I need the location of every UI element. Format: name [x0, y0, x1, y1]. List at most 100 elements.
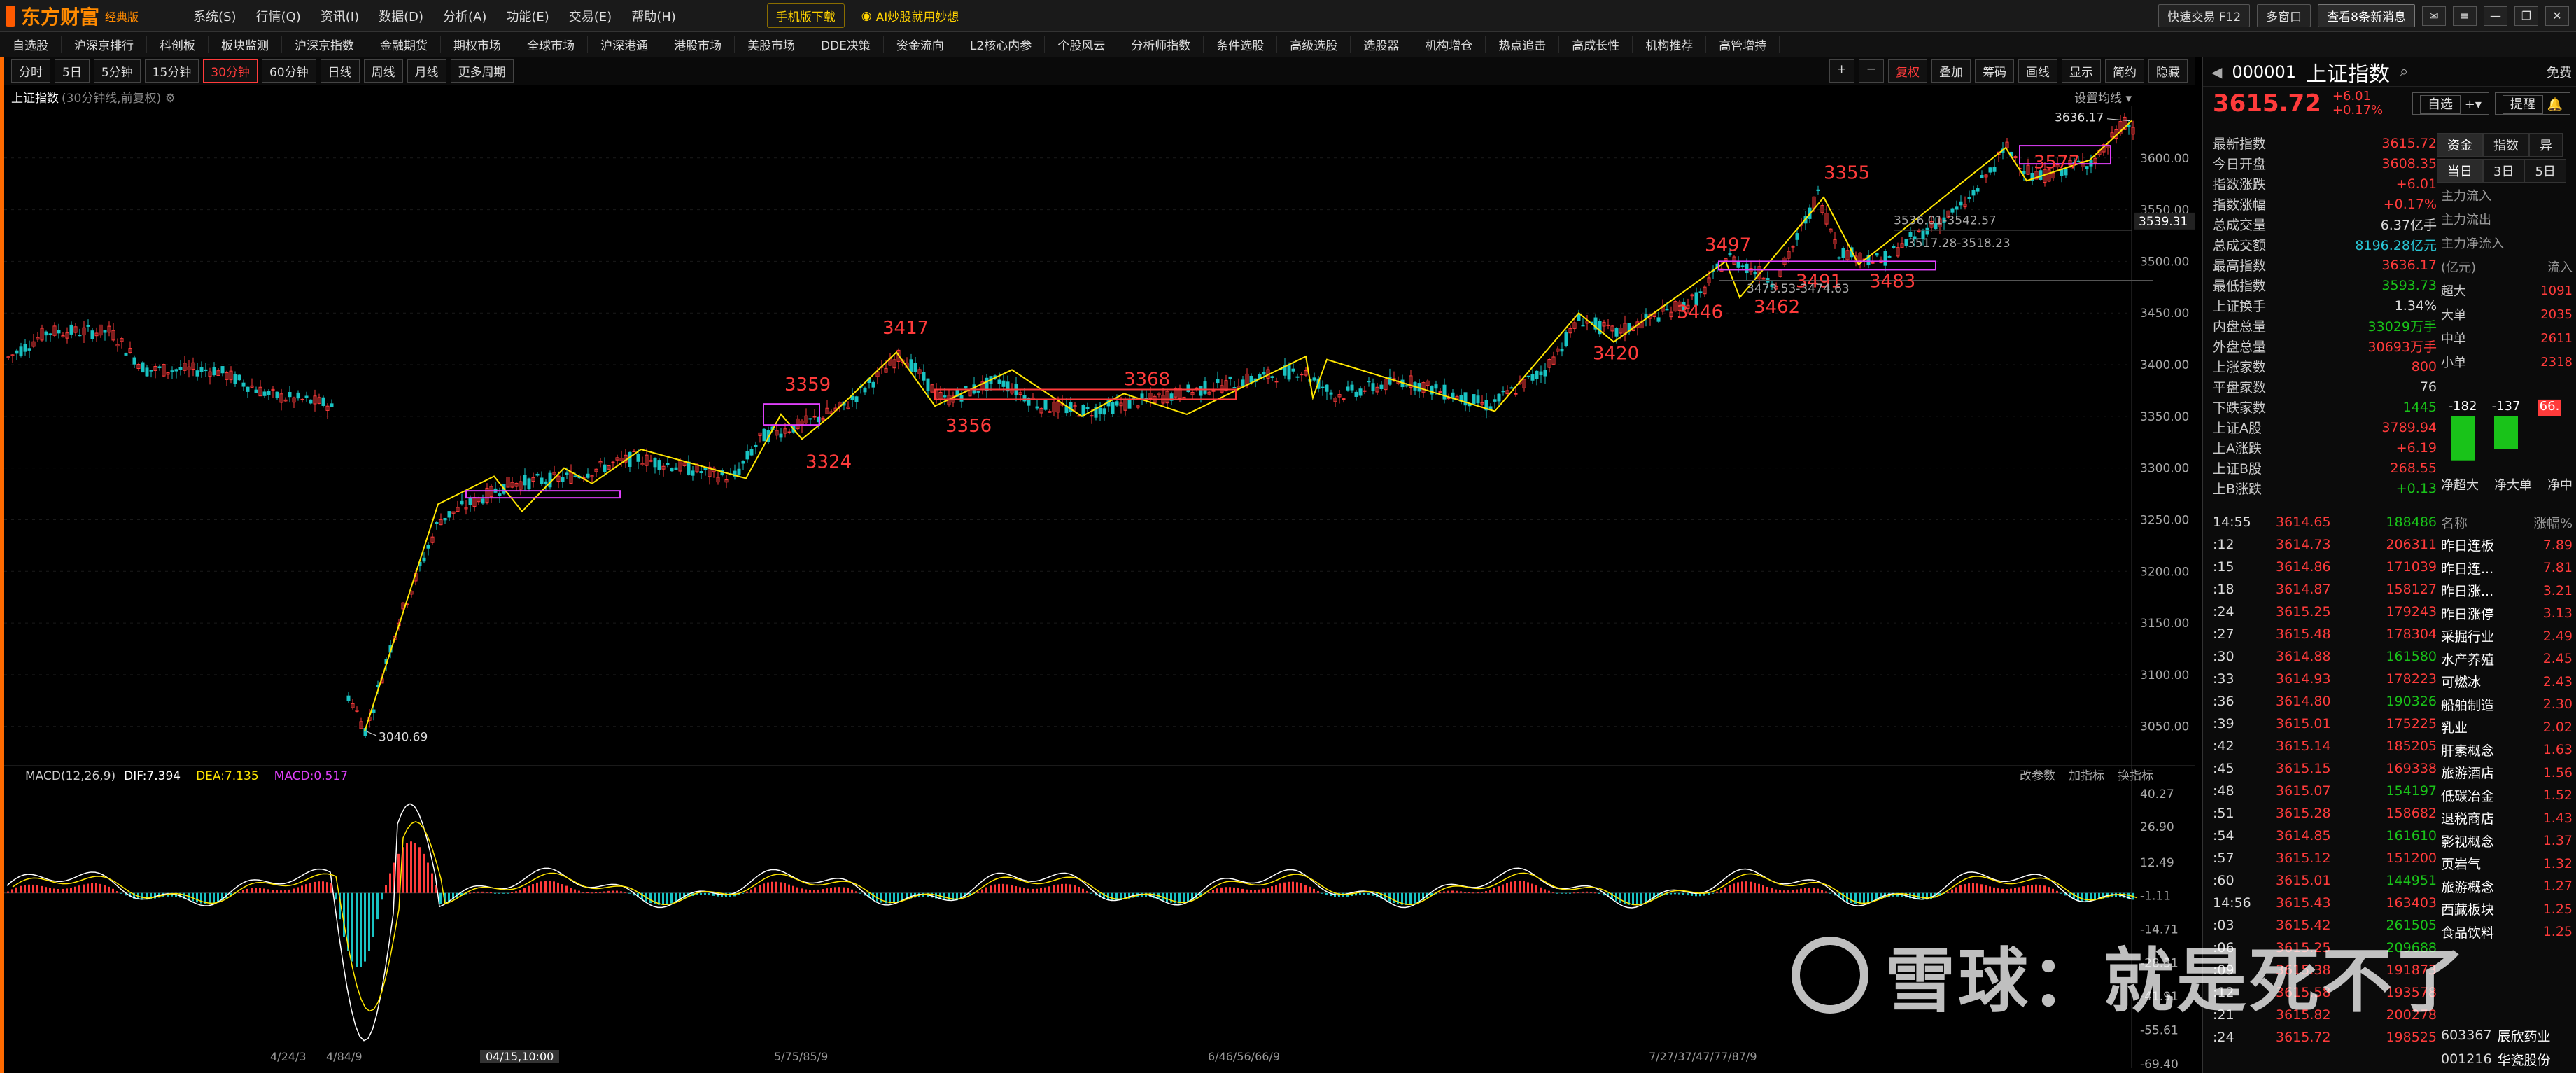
sector-row[interactable]: 肝素概念 1.63 — [2437, 738, 2576, 762]
sector-name-header[interactable]: 名称 — [2441, 513, 2468, 532]
candle-body — [1980, 175, 1984, 178]
nav-item[interactable]: 高管增持 — [1706, 36, 1780, 53]
nav-item[interactable]: 科创板 — [147, 36, 209, 53]
stock-row[interactable]: 001216 华瓷股份 — [2437, 1047, 2576, 1071]
sector-row[interactable]: 水产养殖 2.45 — [2437, 647, 2576, 671]
add-watchlist-button[interactable]: 自选 +▾ — [2412, 92, 2489, 115]
period-button[interactable]: 日线 — [320, 59, 360, 83]
chart-tool-button[interactable]: − — [1858, 59, 1884, 83]
sector-row[interactable]: 影视概念 1.37 — [2437, 829, 2576, 853]
nav-item[interactable]: 全球市场 — [514, 36, 588, 53]
quick-trade-button[interactable]: 快速交易 F12 — [2158, 4, 2251, 27]
nav-item[interactable]: 资金流向 — [884, 36, 957, 53]
macd-link[interactable]: 加指标 — [2069, 769, 2104, 783]
period-button[interactable]: 5分钟 — [93, 59, 141, 83]
sector-row[interactable]: 低碳冶金 1.52 — [2437, 784, 2576, 807]
period-tab[interactable]: 3日 — [2483, 159, 2525, 183]
nav-item[interactable]: 沪深京指数 — [282, 36, 367, 53]
menu-analysis[interactable]: 分析(A) — [443, 7, 486, 25]
chart-tool-button[interactable]: 叠加 — [1931, 59, 1971, 83]
nav-item[interactable]: L2核心内参 — [957, 36, 1046, 53]
period-tab[interactable]: 当日 — [2437, 159, 2483, 183]
nav-item[interactable]: 高成长性 — [1559, 36, 1633, 53]
chart-tool-button[interactable]: 简约 — [2105, 59, 2144, 83]
chart-tool-button[interactable]: + — [1829, 59, 1854, 83]
sector-row[interactable]: 旅游概念 1.27 — [2437, 875, 2576, 898]
collapse-icon[interactable]: ◀ — [2211, 64, 2222, 80]
nav-item[interactable]: 板块监测 — [209, 36, 282, 53]
period-tab[interactable]: 5日 — [2524, 159, 2566, 183]
period-button[interactable]: 5日 — [55, 59, 90, 83]
set-ma-button[interactable]: 设置均线 ▾ — [2074, 88, 2132, 106]
menu-function[interactable]: 功能(E) — [506, 7, 549, 25]
period-button[interactable]: 60分钟 — [261, 59, 316, 83]
macd-bar — [1955, 887, 1957, 893]
sector-row[interactable]: 西藏板块 1.25 — [2437, 898, 2576, 921]
macd-bar — [1309, 886, 1311, 893]
sector-row[interactable]: 昨日涨停 3.13 — [2437, 602, 2576, 625]
menu-quote[interactable]: 行情(Q) — [256, 7, 301, 25]
sector-row[interactable]: 昨日连... 7.81 — [2437, 556, 2576, 580]
chart-tool-button[interactable]: 显示 — [2062, 59, 2101, 83]
nav-item[interactable]: 港股市场 — [661, 36, 735, 53]
nav-item[interactable]: 机构推荐 — [1633, 36, 1707, 53]
menu-system[interactable]: 系统(S) — [193, 7, 236, 25]
period-button[interactable]: 周线 — [363, 59, 403, 83]
nav-item[interactable]: 金融期货 — [367, 36, 441, 53]
nav-item[interactable]: 自选股 — [0, 36, 62, 53]
menu-trade[interactable]: 交易(E) — [569, 7, 612, 25]
side-tab[interactable]: 指数 — [2483, 133, 2529, 157]
macd-link[interactable]: 改参数 — [2020, 769, 2055, 783]
chart-tool-button[interactable]: 隐藏 — [2148, 59, 2188, 83]
nav-item[interactable]: 沪深港通 — [588, 36, 661, 53]
chart-tool-button[interactable]: 复权 — [1888, 59, 1927, 83]
sector-row[interactable]: 页岩气 1.32 — [2437, 853, 2576, 876]
alert-button[interactable]: 提醒 🔔 — [2494, 92, 2570, 115]
nav-item[interactable]: 热点追击 — [1486, 36, 1560, 53]
chart-settings-icon[interactable]: ⚙ — [165, 92, 176, 106]
nav-item[interactable]: 个股风云 — [1045, 36, 1119, 53]
period-button[interactable]: 15分钟 — [144, 59, 199, 83]
menu-info[interactable]: 资讯(I) — [321, 7, 359, 25]
menu-help[interactable]: 帮助(H) — [631, 7, 676, 25]
chart-tool-button[interactable]: 筹码 — [1975, 59, 2014, 83]
minimize-icon[interactable]: — — [2484, 6, 2507, 26]
nav-item[interactable]: 选股器 — [1351, 36, 1413, 53]
sector-row[interactable]: 乳业 2.02 — [2437, 716, 2576, 739]
menu-icon[interactable]: ≡ — [2453, 6, 2477, 26]
macd-link[interactable]: 换指标 — [2118, 769, 2153, 783]
close-icon[interactable]: ✕ — [2545, 6, 2569, 26]
nav-item[interactable]: 分析师指数 — [1118, 36, 1204, 53]
period-button[interactable]: 更多周期 — [450, 59, 514, 83]
sector-row[interactable]: 旅游酒店 1.56 — [2437, 762, 2576, 785]
sector-row[interactable]: 可燃冰 2.43 — [2437, 671, 2576, 694]
nav-item[interactable]: 高级选股 — [1277, 36, 1351, 53]
sector-row[interactable]: 采掘行业 2.49 — [2437, 625, 2576, 648]
sector-row[interactable]: 退税商店 1.43 — [2437, 807, 2576, 830]
news-button[interactable]: 查看8条新消息 — [2318, 4, 2415, 27]
sector-row[interactable]: 船舶制造 2.30 — [2437, 693, 2576, 716]
nav-item[interactable]: 机构增仓 — [1412, 36, 1486, 53]
multi-window-button[interactable]: 多窗口 — [2257, 4, 2311, 27]
period-button[interactable]: 分时 — [11, 59, 50, 83]
menu-data[interactable]: 数据(D) — [379, 7, 423, 25]
search-icon[interactable]: ⌕ — [2400, 63, 2408, 80]
sector-row[interactable]: 昨日涨... 3.21 — [2437, 580, 2576, 603]
period-button[interactable]: 30分钟 — [203, 59, 258, 83]
mail-icon[interactable]: ✉ — [2422, 6, 2446, 26]
sector-pct-header[interactable]: 涨幅% — [2533, 513, 2573, 532]
chart-tool-button[interactable]: 画线 — [2018, 59, 2057, 83]
nav-item[interactable]: DDE决策 — [808, 36, 884, 53]
period-button[interactable]: 月线 — [407, 59, 446, 83]
mobile-download-button[interactable]: 手机版下载 — [766, 3, 845, 28]
side-tab[interactable]: 资金 — [2437, 133, 2483, 157]
nav-item[interactable]: 美股市场 — [735, 36, 808, 53]
stock-row[interactable]: 603367 辰欣药业 — [2437, 1023, 2576, 1047]
ai-assistant-button[interactable]: ◉ AI炒股就用妙想 — [861, 7, 959, 25]
side-tab[interactable]: 异 — [2529, 133, 2563, 157]
nav-item[interactable]: 沪深京排行 — [62, 36, 147, 53]
restore-icon[interactable]: ❐ — [2514, 6, 2538, 26]
nav-item[interactable]: 期权市场 — [441, 36, 514, 53]
nav-item[interactable]: 条件选股 — [1204, 36, 1278, 53]
sector-row[interactable]: 昨日连板 7.89 — [2437, 534, 2576, 557]
